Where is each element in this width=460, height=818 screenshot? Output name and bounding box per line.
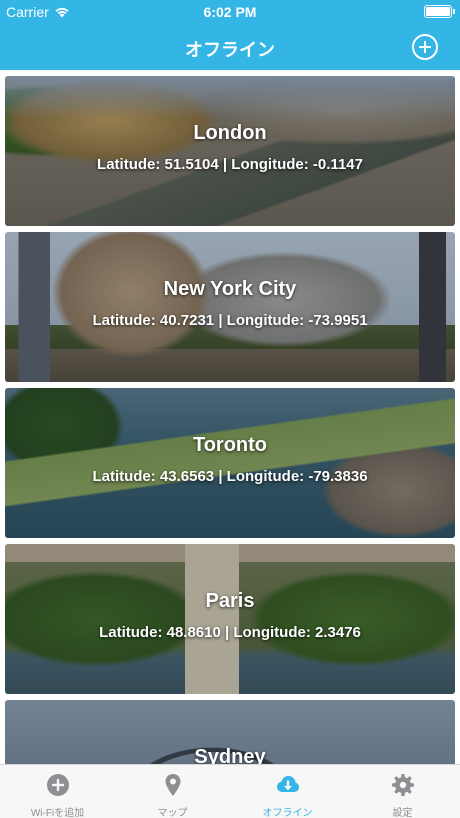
- tab-map[interactable]: マップ: [115, 765, 230, 818]
- tab-label: マップ: [157, 808, 188, 818]
- city-coordinates: Latitude: 43.6563 | Longitude: -79.3836: [92, 468, 368, 485]
- city-name: Paris: [205, 590, 255, 612]
- gear-icon: [391, 774, 414, 796]
- map-pin-icon: [165, 774, 180, 796]
- city-name: London: [193, 122, 267, 144]
- tab-bar: Wi-Fiを追加 マップ オフライン 設定: [0, 764, 460, 818]
- battery-icon: [424, 5, 455, 18]
- page-title: オフライン: [185, 40, 275, 60]
- city-coordinates: Latitude: 40.7231 | Longitude: -73.9951: [92, 312, 368, 329]
- add-button[interactable]: [412, 34, 438, 60]
- city-name: New York City: [163, 278, 297, 300]
- tab-add-wifi[interactable]: Wi-Fiを追加: [0, 765, 115, 818]
- tab-settings[interactable]: 設定: [345, 765, 460, 818]
- city-card-paris[interactable]: Paris Latitude: 48.8610 | Longitude: 2.3…: [5, 544, 455, 694]
- navigation-header: Carrier 6:02 PM オフライン: [0, 0, 460, 70]
- cloud-download-icon: [276, 776, 299, 792]
- city-card-sydney[interactable]: Sydney: [5, 700, 455, 764]
- status-time: 6:02 PM: [203, 4, 257, 20]
- city-name: Toronto: [192, 434, 268, 456]
- city-coordinates: Latitude: 48.8610 | Longitude: 2.3476: [99, 624, 361, 641]
- tab-offline[interactable]: オフライン: [230, 765, 345, 818]
- city-list[interactable]: London Latitude: 51.5104 | Longitude: -0…: [0, 70, 460, 764]
- plus-circle-icon: [46, 774, 69, 796]
- tab-label: オフライン: [262, 808, 313, 818]
- city-card-london[interactable]: London Latitude: 51.5104 | Longitude: -0…: [5, 76, 455, 226]
- city-card-new-york-city[interactable]: New York City Latitude: 40.7231 | Longit…: [5, 232, 455, 382]
- tab-label: 設定: [392, 808, 413, 818]
- status-bar: Carrier 6:02 PM: [0, 0, 460, 24]
- tab-label: Wi-Fiを追加: [30, 808, 85, 818]
- city-name: Sydney: [194, 746, 266, 764]
- city-card-toronto[interactable]: Toronto Latitude: 43.6563 | Longitude: -…: [5, 388, 455, 538]
- city-coordinates: Latitude: 51.5104 | Longitude: -0.1147: [97, 156, 363, 173]
